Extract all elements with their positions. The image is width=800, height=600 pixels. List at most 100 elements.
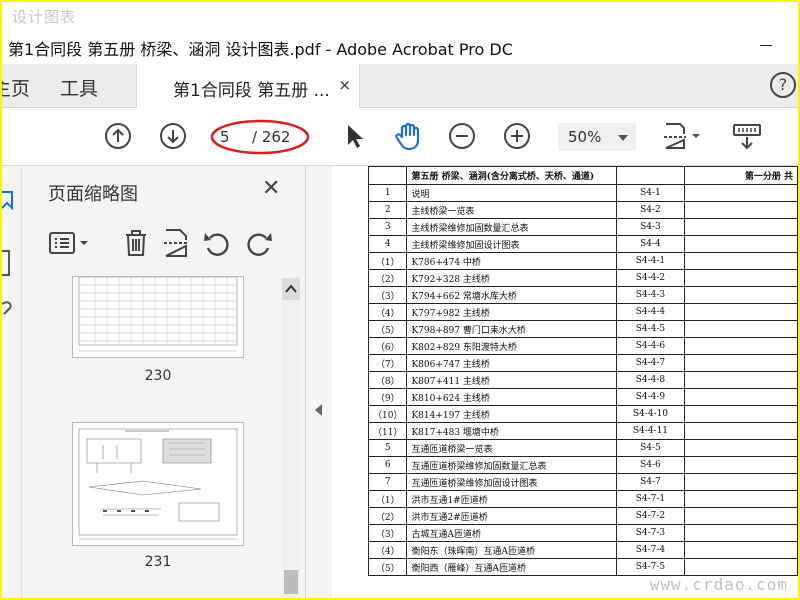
- row-code: S4-4: [615, 235, 686, 253]
- row-name: K797+982 主线桥: [406, 303, 617, 321]
- zoom-dropdown[interactable]: 50%: [558, 123, 636, 151]
- red-annotation-ellipse: [210, 119, 310, 155]
- row-extra: [684, 320, 798, 338]
- row-number: （8）: [367, 371, 408, 389]
- rotate-clockwise-icon[interactable]: [244, 230, 274, 256]
- page-thumbnail[interactable]: [72, 422, 244, 546]
- minimize-button[interactable]: [760, 38, 774, 52]
- table-row: （2） 洪市互通2#匝道桥 S4-7-2: [367, 507, 798, 525]
- row-number: （1）: [367, 490, 408, 508]
- row-number: （10）: [367, 405, 408, 423]
- panel-toolbar: [48, 226, 298, 260]
- row-extra: [684, 235, 798, 253]
- thumbnail-preview: [78, 428, 238, 540]
- row-name: 说明: [406, 184, 617, 202]
- zoom-out-icon[interactable]: [448, 122, 476, 150]
- row-number: （4）: [367, 541, 408, 559]
- document-view[interactable]: 第五册 桥梁、涵洞(含分离式桥、天桥、通道) 第一分册 共 1 说明 S4-1 2 主线…: [332, 166, 798, 598]
- table-row: （8） K807+411 主线桥 S4-4-8: [367, 371, 798, 389]
- select-tool-icon[interactable]: [340, 122, 368, 150]
- row-extra: [684, 439, 798, 457]
- row-code: S4-4-6: [615, 337, 686, 355]
- row-number: （3）: [367, 524, 408, 542]
- row-name: K810+624 主线桥: [406, 388, 617, 406]
- row-number: （2）: [367, 269, 408, 287]
- row-code: S4-7: [615, 473, 686, 491]
- row-extra: [684, 490, 798, 508]
- scroll-up-icon[interactable]: [282, 278, 300, 300]
- header-cell: 第五册 桥梁、涵洞(含分离式桥、天桥、通道): [406, 166, 617, 185]
- row-extra: [684, 354, 798, 372]
- next-page-icon[interactable]: [159, 122, 187, 150]
- row-name: K806+747 主线桥: [406, 354, 617, 372]
- pages-icon[interactable]: [2, 250, 10, 276]
- row-number: （7）: [367, 354, 408, 372]
- row-name: 互通匝道桥梁维修加固设计图表: [406, 473, 617, 491]
- row-code: S4-4-2: [615, 269, 686, 287]
- row-name: K786+474 中桥: [406, 252, 617, 270]
- row-name: 古城互通A匝道桥: [406, 524, 617, 542]
- header-cell: 第一分册 共: [684, 166, 798, 185]
- title-bar: 第1合同段 第五册 桥梁、涵洞 设计图表.pdf - Adobe Acrobat…: [2, 2, 798, 64]
- row-code: S4-7-4: [615, 541, 686, 559]
- page-fit-icon[interactable]: [662, 122, 704, 150]
- row-code: S4-4-10: [615, 405, 686, 423]
- row-number: 3: [367, 218, 408, 236]
- tab-close-icon[interactable]: ×: [338, 76, 351, 94]
- options-menu-icon[interactable]: [48, 230, 94, 256]
- scrollbar-thumb[interactable]: [284, 570, 298, 594]
- row-number: （5）: [367, 558, 408, 576]
- rotate-counterclockwise-icon[interactable]: [202, 230, 232, 256]
- table-row: （10） K814+197 主线桥 S4-4-10: [367, 405, 798, 423]
- tab-tools[interactable]: 工具: [60, 74, 98, 101]
- panel-close-icon[interactable]: ✕: [262, 176, 280, 201]
- thumbnail-scrollbar[interactable]: [282, 276, 300, 598]
- table-row: （3） 古城互通A匝道桥 S4-7-3: [367, 524, 798, 542]
- extract-pages-icon[interactable]: [162, 228, 190, 258]
- toolbar: / 262 50%: [2, 108, 798, 166]
- tab-document[interactable]: 第1合同段 第五册 ... ×: [136, 64, 360, 108]
- previous-page-icon[interactable]: [104, 122, 132, 150]
- window-title: 第1合同段 第五册 桥梁、涵洞 设计图表.pdf - Adobe Acrobat…: [8, 40, 513, 59]
- chevron-down-icon: [618, 135, 628, 141]
- thumbnail-page-number: 231: [144, 554, 172, 570]
- app-window: 设计图表 第1合同段 第五册 桥梁、涵洞 设计图表.pdf - Adobe Ac…: [2, 2, 798, 598]
- row-name: K792+328 主线桥: [406, 269, 617, 287]
- table-row: 2 主线桥梁一览表 S4-2: [367, 201, 798, 219]
- row-name: 衡阳西（雁峰）互通A匝道桥: [406, 558, 617, 576]
- row-extra: [684, 422, 798, 440]
- row-name: K794+662 常塘水库大桥: [406, 286, 617, 304]
- row-name: K817+483 堰塘中桥: [406, 422, 617, 440]
- row-number: （2）: [367, 507, 408, 525]
- page-number-box: / 262: [210, 119, 310, 155]
- row-code: S4-4-1: [615, 252, 686, 270]
- collapse-panel-icon[interactable]: [315, 404, 322, 416]
- delete-icon[interactable]: [122, 228, 150, 258]
- row-name: K814+197 主线桥: [406, 405, 617, 423]
- zoom-in-icon[interactable]: [503, 122, 531, 150]
- row-number: 5: [367, 439, 408, 457]
- row-number: （5）: [367, 320, 408, 338]
- tab-document-label: 第1合同段 第五册 ...: [173, 81, 330, 101]
- scrolling-mode-icon[interactable]: [732, 122, 762, 150]
- row-number: 1: [367, 184, 408, 202]
- row-number: （1）: [367, 252, 408, 270]
- attachment-icon[interactable]: [2, 300, 14, 316]
- table-row: （11） K817+483 堰塘中桥 S4-4-11: [367, 422, 798, 440]
- table-row: 1 说明 S4-1: [367, 184, 798, 202]
- tab-home[interactable]: 主页: [2, 74, 30, 101]
- thumbnail-preview: [78, 276, 238, 352]
- table-row: 6 互通匝道桥梁维修加固数量汇总表 S4-6: [367, 456, 798, 474]
- row-extra: [684, 456, 798, 474]
- table-row: 7 互通匝道桥梁维修加固设计图表 S4-7: [367, 473, 798, 491]
- row-code: S4-7-5: [615, 558, 686, 576]
- hand-tool-icon[interactable]: [393, 120, 425, 152]
- row-code: S4-4-3: [615, 286, 686, 304]
- header-cell: [615, 166, 686, 185]
- row-code: S4-4-7: [615, 354, 686, 372]
- help-icon[interactable]: ?: [770, 72, 796, 98]
- row-name: 洪市互通1#匝道桥: [406, 490, 617, 508]
- bookmark-icon[interactable]: [2, 190, 16, 210]
- row-code: S4-6: [615, 456, 686, 474]
- page-thumbnail[interactable]: [72, 276, 244, 358]
